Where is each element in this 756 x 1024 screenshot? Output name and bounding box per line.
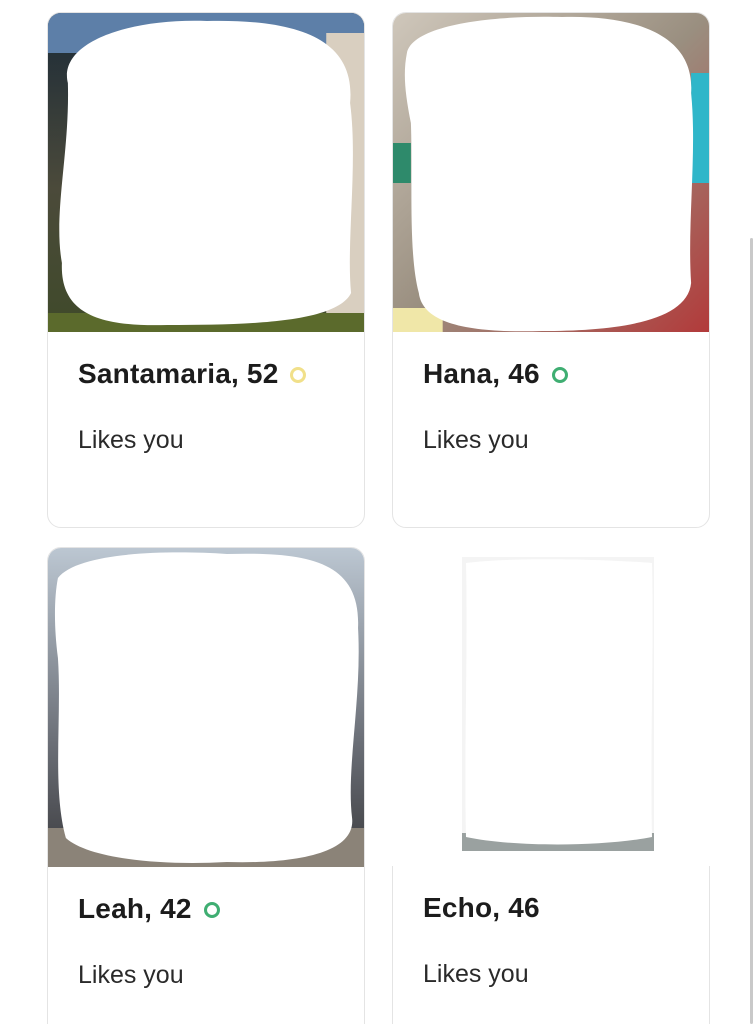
likes-you-label: Likes you xyxy=(78,961,184,989)
profile-name-age: Santamaria, 52 xyxy=(78,358,279,389)
profile-info: Santamaria, 52 Likes you xyxy=(48,332,364,527)
profile-name-age: Leah, 42 xyxy=(78,893,192,924)
profile-name-age: Echo, 46 xyxy=(423,892,540,923)
profile-card[interactable]: Leah, 42 Likes you xyxy=(47,547,365,1024)
online-status-icon xyxy=(203,902,220,918)
profile-info: Hana, 46 Likes you xyxy=(393,332,709,527)
likes-you-label: Likes you xyxy=(78,426,184,454)
likes-grid: Santamaria, 52 Likes you Hana, 46 Likes … xyxy=(0,0,756,1024)
profile-photo[interactable] xyxy=(392,547,710,866)
profile-photo[interactable] xyxy=(393,13,709,332)
profile-card[interactable]: Santamaria, 52 Likes you xyxy=(47,12,365,528)
profile-photo[interactable] xyxy=(48,548,364,867)
away-status-icon xyxy=(290,367,307,383)
profile-info: Echo, 46 Likes you xyxy=(392,866,710,1024)
profile-info: Leah, 42 Likes you xyxy=(48,867,364,1024)
likes-you-label: Likes you xyxy=(423,426,529,454)
likes-you-label: Likes you xyxy=(423,960,529,988)
profile-card[interactable]: Hana, 46 Likes you xyxy=(392,12,710,528)
profile-name-age: Hana, 46 xyxy=(423,358,540,389)
online-status-icon xyxy=(551,367,568,383)
profile-photo[interactable] xyxy=(48,13,364,332)
profile-card[interactable]: Echo, 46 Likes you xyxy=(392,547,710,1024)
scrollbar[interactable] xyxy=(750,238,753,1024)
